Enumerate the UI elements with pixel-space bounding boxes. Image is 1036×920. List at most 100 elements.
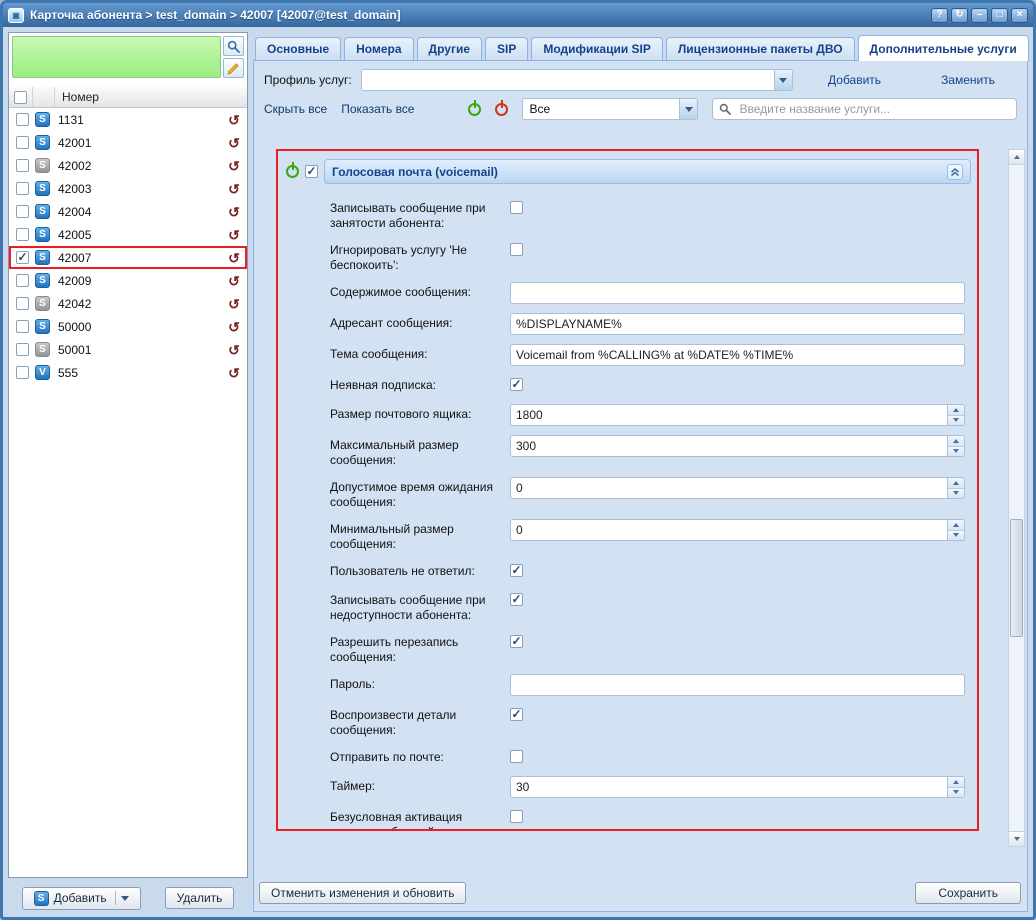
combo-dropdown-icon[interactable] bbox=[774, 70, 792, 90]
spinner-down-icon[interactable] bbox=[948, 415, 964, 426]
field-checkbox[interactable] bbox=[510, 378, 523, 391]
spinner-down-icon[interactable] bbox=[948, 488, 964, 499]
field-input[interactable] bbox=[511, 345, 964, 365]
subscriber-row-50000[interactable]: S50000↺ bbox=[9, 315, 247, 338]
history-icon[interactable]: ↺ bbox=[223, 366, 245, 380]
add-subscriber-button[interactable]: S Добавить bbox=[22, 887, 141, 910]
vertical-scrollbar[interactable] bbox=[1008, 149, 1025, 847]
tab-5[interactable]: Модификации SIP bbox=[531, 37, 663, 60]
chevron-down-icon[interactable] bbox=[121, 896, 129, 901]
hide-all-button[interactable]: Скрыть все bbox=[264, 102, 327, 116]
maximize-button[interactable]: □ bbox=[991, 8, 1008, 23]
spinner-up-icon[interactable] bbox=[948, 520, 964, 530]
refresh-button[interactable]: ↻ bbox=[951, 8, 968, 23]
field-checkbox[interactable] bbox=[510, 243, 523, 256]
history-icon[interactable]: ↺ bbox=[223, 136, 245, 150]
spinner-up-icon[interactable] bbox=[948, 478, 964, 488]
row-checkbox[interactable] bbox=[16, 320, 29, 333]
scrollbar-thumb[interactable] bbox=[1010, 519, 1023, 637]
delete-subscriber-button[interactable]: Удалить bbox=[165, 887, 235, 909]
history-icon[interactable]: ↺ bbox=[223, 205, 245, 219]
row-checkbox[interactable] bbox=[16, 343, 29, 356]
field-checkbox[interactable] bbox=[510, 593, 523, 606]
history-icon[interactable]: ↺ bbox=[223, 343, 245, 357]
service-power-icon[interactable] bbox=[286, 165, 299, 178]
quick-search-field[interactable] bbox=[12, 36, 221, 78]
subscriber-row-42042[interactable]: S42042↺ bbox=[9, 292, 247, 315]
field-input[interactable] bbox=[511, 777, 947, 797]
tab-6[interactable]: Лицензионные пакеты ДВО bbox=[666, 37, 855, 60]
tab-2[interactable]: Номера bbox=[344, 37, 413, 60]
row-checkbox[interactable] bbox=[16, 251, 29, 264]
service-search-input[interactable] bbox=[737, 101, 1010, 117]
history-icon[interactable]: ↺ bbox=[223, 274, 245, 288]
enable-all-power-icon[interactable] bbox=[468, 103, 481, 116]
tab-1[interactable]: Основные bbox=[255, 37, 341, 60]
service-category-combobox[interactable]: Все bbox=[522, 98, 698, 120]
edit-pencil-icon[interactable] bbox=[223, 58, 244, 78]
subscriber-row-42001[interactable]: S42001↺ bbox=[9, 131, 247, 154]
service-profile-combobox[interactable] bbox=[361, 69, 793, 91]
field-checkbox[interactable] bbox=[510, 635, 523, 648]
tab-7[interactable]: Дополнительные услуги bbox=[858, 35, 1029, 61]
field-checkbox[interactable] bbox=[510, 708, 523, 721]
search-icon[interactable] bbox=[223, 36, 244, 56]
history-icon[interactable]: ↺ bbox=[223, 113, 245, 127]
history-icon[interactable]: ↺ bbox=[223, 320, 245, 334]
tab-4[interactable]: SIP bbox=[485, 37, 528, 60]
number-column-header[interactable]: Номер bbox=[55, 87, 247, 107]
subscriber-row-42007[interactable]: S42007↺ bbox=[9, 246, 247, 269]
subscriber-row-42002[interactable]: S42002↺ bbox=[9, 154, 247, 177]
cancel-and-refresh-button[interactable]: Отменить изменения и обновить bbox=[259, 882, 466, 904]
history-icon[interactable]: ↺ bbox=[223, 228, 245, 242]
show-all-button[interactable]: Показать все bbox=[341, 102, 414, 116]
subscriber-row-42009[interactable]: S42009↺ bbox=[9, 269, 247, 292]
help-button[interactable]: ? bbox=[931, 8, 948, 23]
disable-all-power-icon[interactable] bbox=[495, 103, 508, 116]
field-input[interactable] bbox=[511, 314, 964, 334]
history-icon[interactable]: ↺ bbox=[223, 251, 245, 265]
subscriber-row-42005[interactable]: S42005↺ bbox=[9, 223, 247, 246]
minimize-button[interactable]: – bbox=[971, 8, 988, 23]
spinner-down-icon[interactable] bbox=[948, 787, 964, 798]
close-button[interactable]: × bbox=[1011, 8, 1028, 23]
field-checkbox[interactable] bbox=[510, 750, 523, 763]
subscriber-row-1131[interactable]: S1131↺ bbox=[9, 108, 247, 131]
field-input[interactable] bbox=[511, 478, 947, 498]
combo-dropdown-icon[interactable] bbox=[679, 99, 697, 119]
row-checkbox[interactable] bbox=[16, 136, 29, 149]
row-checkbox[interactable] bbox=[16, 274, 29, 287]
profile-add-button[interactable]: Добавить bbox=[828, 73, 881, 87]
service-profile-input[interactable] bbox=[362, 70, 774, 90]
row-checkbox[interactable] bbox=[16, 205, 29, 218]
scroll-up-icon[interactable] bbox=[1009, 150, 1024, 165]
spinner-down-icon[interactable] bbox=[948, 530, 964, 541]
history-icon[interactable]: ↺ bbox=[223, 297, 245, 311]
row-checkbox[interactable] bbox=[16, 159, 29, 172]
subscriber-row-50001[interactable]: S50001↺ bbox=[9, 338, 247, 361]
row-checkbox[interactable] bbox=[16, 366, 29, 379]
subscriber-row-42003[interactable]: S42003↺ bbox=[9, 177, 247, 200]
spinner-up-icon[interactable] bbox=[948, 405, 964, 415]
subscriber-row-42004[interactable]: S42004↺ bbox=[9, 200, 247, 223]
field-checkbox[interactable] bbox=[510, 201, 523, 214]
tab-3[interactable]: Другие bbox=[417, 37, 482, 60]
field-input[interactable] bbox=[511, 283, 964, 303]
service-enabled-checkbox[interactable] bbox=[305, 165, 318, 178]
subscriber-row-555[interactable]: V555↺ bbox=[9, 361, 247, 384]
scroll-down-icon[interactable] bbox=[1009, 831, 1024, 846]
row-checkbox[interactable] bbox=[16, 297, 29, 310]
profile-replace-button[interactable]: Заменить bbox=[941, 73, 995, 87]
field-input[interactable] bbox=[511, 436, 947, 456]
history-icon[interactable]: ↺ bbox=[223, 182, 245, 196]
select-all-checkbox[interactable] bbox=[14, 91, 27, 104]
field-input[interactable] bbox=[511, 405, 947, 425]
row-checkbox[interactable] bbox=[16, 113, 29, 126]
save-button[interactable]: Сохранить bbox=[915, 882, 1021, 904]
collapse-icon[interactable] bbox=[947, 164, 963, 180]
spinner-down-icon[interactable] bbox=[948, 446, 964, 457]
field-checkbox[interactable] bbox=[510, 810, 523, 823]
field-checkbox[interactable] bbox=[510, 564, 523, 577]
service-titlebar[interactable]: Голосовая почта (voicemail) bbox=[324, 159, 971, 184]
field-input[interactable] bbox=[511, 520, 947, 540]
